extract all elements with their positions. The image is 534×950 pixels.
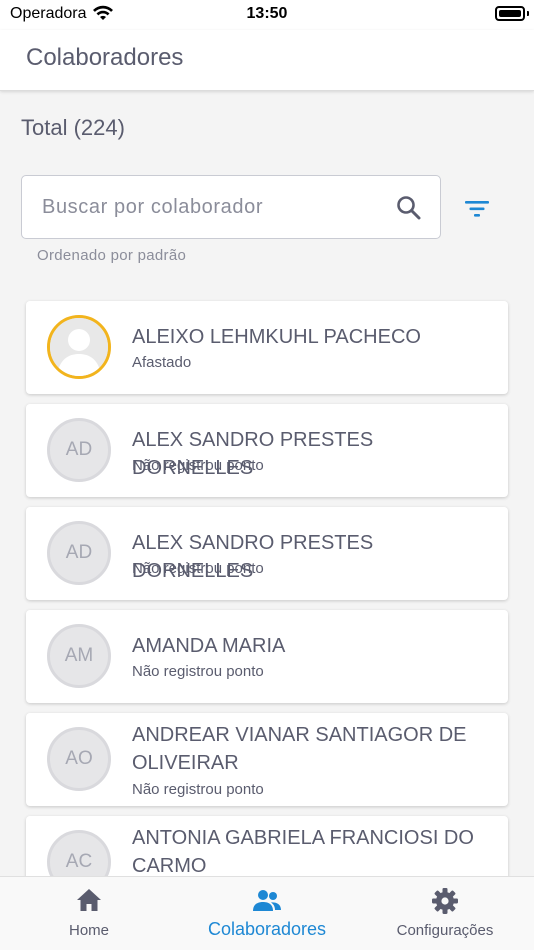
home-icon xyxy=(0,887,178,918)
employee-status: Não registrou ponto xyxy=(132,663,264,680)
app-header: Colaboradores xyxy=(0,30,534,91)
gear-icon xyxy=(356,887,534,920)
search-box[interactable] xyxy=(21,175,441,239)
total-count: Total (224) xyxy=(21,115,125,140)
avatar-initials: AO xyxy=(65,748,93,769)
employee-name: ALEIXO LEHMKUHL PACHECO xyxy=(132,326,421,348)
person-placeholder-icon xyxy=(50,318,108,376)
employee-card[interactable]: AM AMANDA MARIA Não registrou ponto xyxy=(26,610,508,703)
search-icon[interactable] xyxy=(396,195,422,226)
nav-colaboradores-label: Colaboradores xyxy=(207,919,327,939)
bottom-nav: Home Colaboradores Configurações xyxy=(0,876,534,950)
employee-name: ANDREAR VIANAR SANTIAGOR DE OLIVEIRAR xyxy=(132,724,467,774)
employee-card[interactable]: ALEIXO LEHMKUHL PACHECO Afastado xyxy=(26,301,508,394)
avatar-initials: AD xyxy=(65,439,93,460)
employee-name: ANTONIA GABRIELA FRANCIOSI DO CARMO xyxy=(132,827,474,877)
employee-status: Afastado xyxy=(132,354,192,371)
employee-status: Não registrou ponto xyxy=(132,457,264,474)
avatar: AD xyxy=(47,521,111,585)
search-input[interactable] xyxy=(42,190,382,224)
avatar: AM xyxy=(47,624,111,688)
page-title: Colaboradores xyxy=(26,44,184,71)
battery-icon xyxy=(495,6,525,21)
employee-card[interactable]: AD ALEX SANDRO PRESTES DORNELLES Não reg… xyxy=(26,507,508,600)
clock: 13:50 xyxy=(246,5,288,22)
avatar: AO xyxy=(47,727,111,791)
employee-card[interactable]: AO ANDREAR VIANAR SANTIAGOR DE OLIVEIRAR… xyxy=(26,713,508,806)
people-icon xyxy=(178,887,356,918)
avatar-initials: AM xyxy=(64,645,94,666)
avatar: AD xyxy=(47,418,111,482)
filter-icon[interactable] xyxy=(463,197,491,226)
sort-label: Ordenado por padrão xyxy=(37,247,187,264)
employee-status: Não registrou ponto xyxy=(132,560,264,577)
employee-name: AMANDA MARIA xyxy=(132,635,286,657)
nav-configuracoes-label: Configurações xyxy=(396,922,494,939)
battery-cap xyxy=(527,11,529,16)
nav-home[interactable]: Home xyxy=(0,877,178,950)
employee-status: Não registrou ponto xyxy=(132,781,264,798)
avatar xyxy=(47,315,111,379)
status-bar: Operadora 13:50 xyxy=(0,0,534,30)
nav-configuracoes[interactable]: Configurações xyxy=(356,877,534,950)
nav-colaboradores[interactable]: Colaboradores xyxy=(178,877,356,950)
employee-card[interactable]: AD ALEX SANDRO PRESTES DORNELLES Não reg… xyxy=(26,404,508,497)
avatar-initials: AC xyxy=(65,851,93,872)
avatar-initials: AD xyxy=(65,542,93,563)
nav-home-label: Home xyxy=(68,922,109,939)
